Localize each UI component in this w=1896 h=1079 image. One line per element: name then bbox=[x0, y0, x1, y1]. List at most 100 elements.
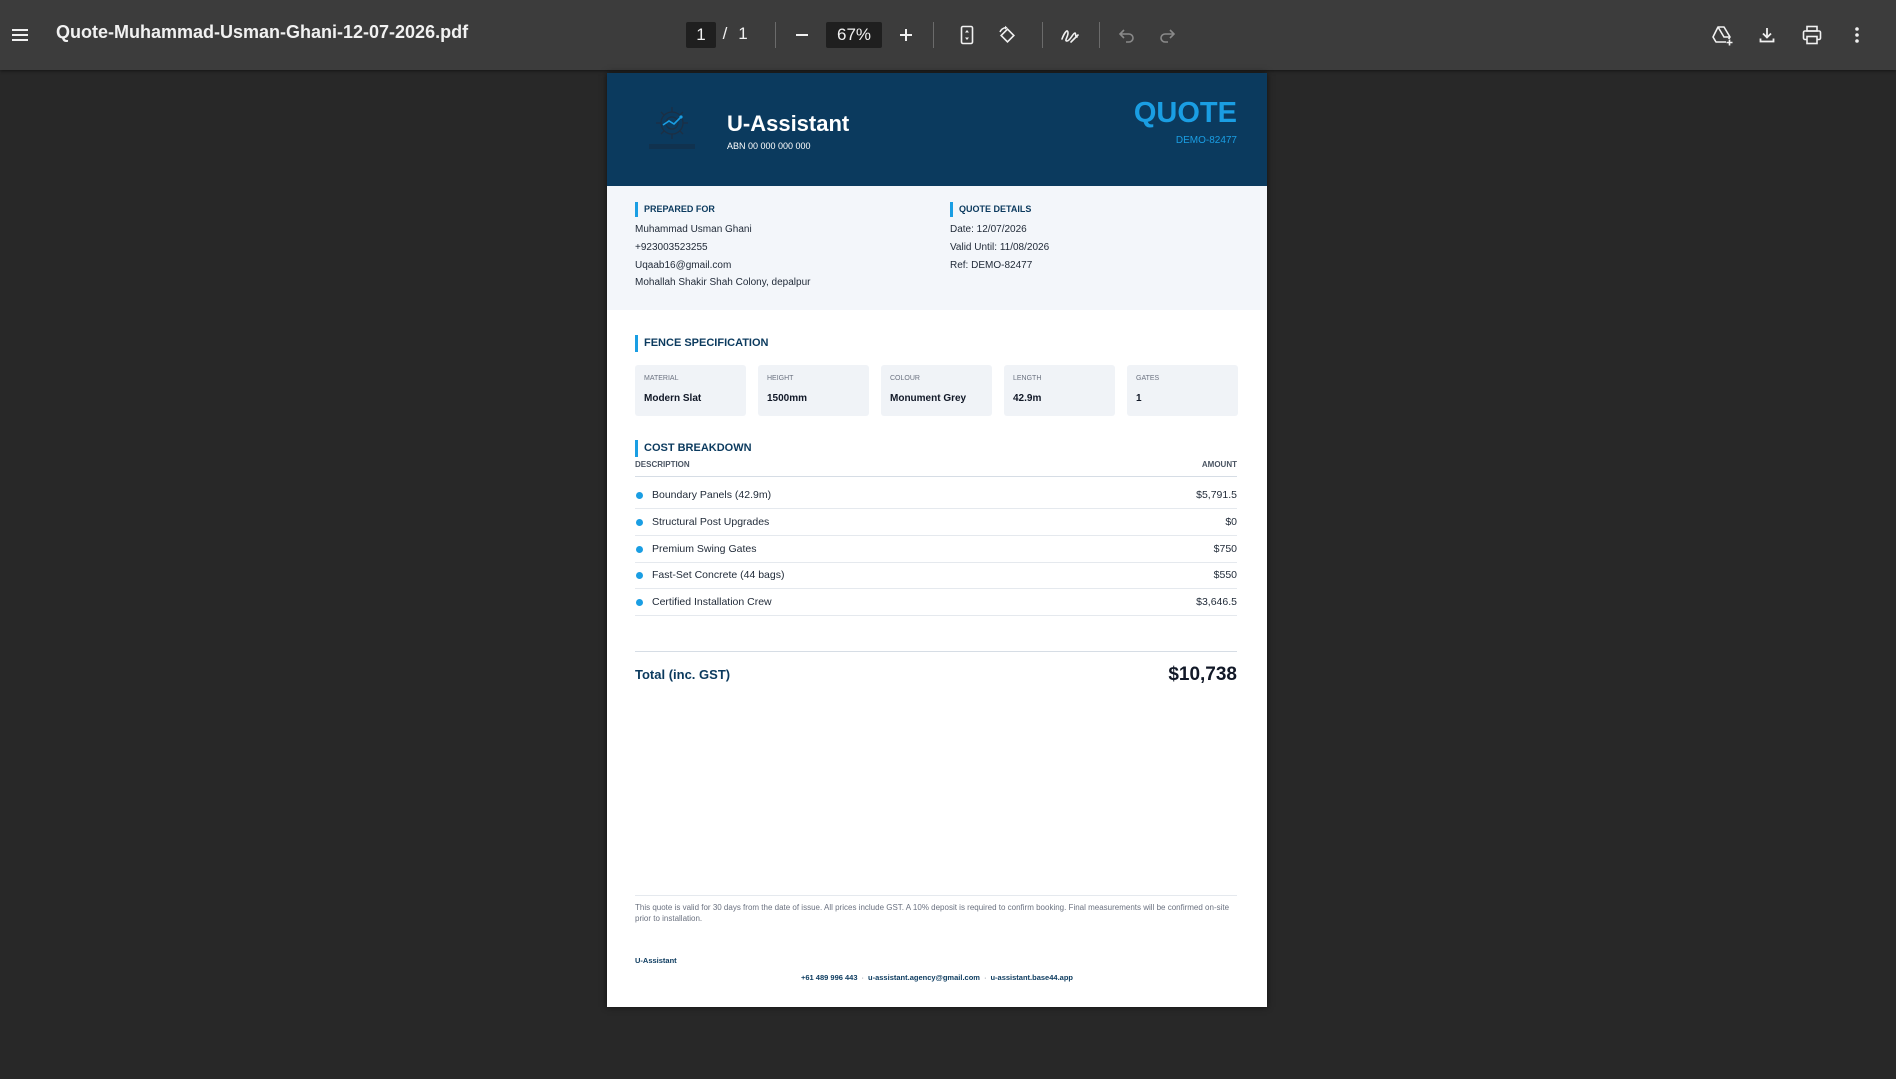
menu-button[interactable] bbox=[4, 19, 36, 51]
bullet-dot-icon bbox=[636, 492, 643, 499]
page-number-input[interactable]: 1 bbox=[686, 22, 716, 48]
document-title: Quote-Muhammad-Usman-Ghani-12-07-2026.pd… bbox=[56, 22, 469, 42]
toolbar-divider bbox=[775, 22, 776, 48]
toolbar-divider bbox=[1099, 22, 1100, 48]
cost-row: Boundary Panels (42.9m) $5,791.5 bbox=[635, 482, 1237, 509]
toolbar-divider bbox=[933, 22, 934, 48]
undo-icon bbox=[1118, 29, 1134, 43]
spec-value: 1 bbox=[1136, 393, 1142, 404]
client-phone: +923003523255 bbox=[635, 242, 708, 253]
cost-row: Structural Post Upgrades $0 bbox=[635, 509, 1237, 536]
client-address: Mohallah Shakir Shah Colony, depalpur bbox=[635, 277, 811, 288]
zoom-level-input[interactable]: 67% bbox=[826, 22, 882, 48]
page-separator: / bbox=[722, 24, 728, 43]
cost-row: Fast-Set Concrete (44 bags) $550 bbox=[635, 562, 1237, 589]
terms-rule bbox=[635, 895, 1237, 896]
prepared-for-heading: PREPARED FOR bbox=[635, 202, 715, 217]
quote-date: Date: 12/07/2026 bbox=[950, 224, 1027, 235]
cost-breakdown-heading: COST BREAKDOWN bbox=[635, 440, 752, 457]
menu-icon bbox=[12, 29, 28, 41]
spec-label: GATES bbox=[1136, 375, 1160, 382]
client-name: Muhammad Usman Ghani bbox=[635, 224, 752, 235]
zoom-out-button[interactable] bbox=[786, 19, 818, 51]
undo-button[interactable] bbox=[1111, 19, 1143, 51]
cost-amount: $5,791.5 bbox=[1196, 489, 1237, 501]
table-header-rule bbox=[635, 476, 1237, 477]
company-abn: ABN 00 000 000 000 bbox=[727, 141, 811, 151]
fit-to-page-button[interactable] bbox=[951, 19, 983, 51]
draw-icon bbox=[1061, 30, 1079, 43]
terms-text: This quote is valid for 30 days from the… bbox=[635, 903, 1230, 923]
cost-amount: $0 bbox=[1225, 516, 1237, 528]
page-count: 1 bbox=[738, 24, 748, 43]
spec-card-material: MATERIAL Modern Slat bbox=[635, 365, 746, 416]
total-label: Total (inc. GST) bbox=[635, 667, 731, 682]
more-options-button[interactable] bbox=[1841, 19, 1873, 51]
add-to-drive-button[interactable] bbox=[1706, 19, 1738, 51]
spec-value: Modern Slat bbox=[644, 393, 702, 404]
redo-button[interactable] bbox=[1151, 19, 1183, 51]
cost-description: Certified Installation Crew bbox=[652, 596, 772, 608]
footer-website: u-assistant.base44.app bbox=[990, 973, 1073, 982]
footer-company-name: U-Assistant bbox=[635, 956, 677, 965]
redo-icon bbox=[1160, 29, 1176, 43]
fence-spec-heading: FENCE SPECIFICATION bbox=[635, 335, 768, 352]
bullet-dot-icon bbox=[636, 519, 643, 526]
cost-amount: $750 bbox=[1213, 543, 1237, 555]
spec-label: HEIGHT bbox=[767, 375, 794, 382]
cost-description: Fast-Set Concrete (44 bags) bbox=[652, 569, 785, 581]
document-type-title: QUOTE bbox=[1133, 97, 1237, 129]
cost-row: Certified Installation Crew $3,646.5 bbox=[635, 589, 1237, 616]
quote-valid-until: Valid Until: 11/08/2026 bbox=[950, 242, 1050, 253]
spec-card-height: HEIGHT 1500mm bbox=[758, 365, 869, 416]
quote-number: DEMO-82477 bbox=[1175, 135, 1237, 146]
footer-email: u-assistant.agency@gmail.com bbox=[868, 973, 980, 982]
company-name: U-Assistant bbox=[727, 111, 850, 136]
cost-description: Boundary Panels (42.9m) bbox=[652, 489, 772, 501]
description-column-header: DESCRIPTION bbox=[635, 460, 690, 469]
row-divider bbox=[635, 615, 1237, 616]
footer-separator: · bbox=[861, 973, 865, 982]
footer-contacts: +61 489 996 443 · u-assistant.agency@gmail… bbox=[607, 973, 1267, 982]
spec-card-colour: COLOUR Monument Grey bbox=[881, 365, 992, 416]
cost-row: Premium Swing Gates $750 bbox=[635, 536, 1237, 563]
client-email: Uqaab16@gmail.com bbox=[635, 260, 732, 271]
pdf-page: U-Assistant ABN 00 000 000 000 QUOTE DEM… bbox=[607, 73, 1267, 1007]
bullet-dot-icon bbox=[636, 546, 643, 553]
spec-value: Monument Grey bbox=[890, 393, 967, 404]
spec-value: 1500mm bbox=[767, 393, 808, 404]
fit-page-icon bbox=[960, 25, 974, 45]
quote-details-heading: QUOTE DETAILS bbox=[950, 202, 1031, 217]
spec-label: COLOUR bbox=[890, 375, 920, 382]
client-info-section: PREPARED FOR Muhammad Usman Ghani +92300… bbox=[607, 186, 1267, 310]
spec-card-gates: GATES 1 bbox=[1127, 365, 1238, 416]
annotate-button[interactable] bbox=[1054, 19, 1086, 51]
total-amount: $10,738 bbox=[1168, 664, 1237, 685]
zoom-in-button[interactable] bbox=[890, 19, 922, 51]
plus-icon bbox=[900, 29, 912, 41]
cost-amount: $3,646.5 bbox=[1196, 596, 1237, 608]
company-logo bbox=[649, 107, 695, 149]
total-rule bbox=[635, 651, 1237, 652]
footer-phone: +61 489 996 443 bbox=[801, 973, 858, 982]
quote-reference: Ref: DEMO-82477 bbox=[950, 260, 1033, 271]
spec-label: MATERIAL bbox=[644, 375, 679, 382]
bullet-dot-icon bbox=[636, 599, 643, 606]
toolbar-divider bbox=[1042, 22, 1043, 48]
spec-label: LENGTH bbox=[1013, 375, 1042, 382]
download-icon bbox=[1759, 28, 1775, 43]
cost-description: Structural Post Upgrades bbox=[652, 516, 770, 528]
amount-column-header: AMOUNT bbox=[1201, 460, 1237, 469]
minus-icon bbox=[796, 34, 808, 36]
rotate-button[interactable] bbox=[991, 19, 1023, 51]
bullet-dot-icon bbox=[636, 572, 643, 579]
print-button[interactable] bbox=[1796, 19, 1828, 51]
download-button[interactable] bbox=[1751, 19, 1783, 51]
print-icon bbox=[1802, 25, 1822, 45]
quote-header: U-Assistant ABN 00 000 000 000 QUOTE DEM… bbox=[607, 73, 1267, 186]
pdf-viewer-toolbar: Quote-Muhammad-Usman-Ghani-12-07-2026.pd… bbox=[0, 0, 1896, 70]
cost-amount: $550 bbox=[1213, 569, 1237, 581]
footer-separator: · bbox=[983, 973, 987, 982]
spec-value: 42.9m bbox=[1013, 393, 1042, 404]
rotate-icon bbox=[999, 25, 1015, 43]
